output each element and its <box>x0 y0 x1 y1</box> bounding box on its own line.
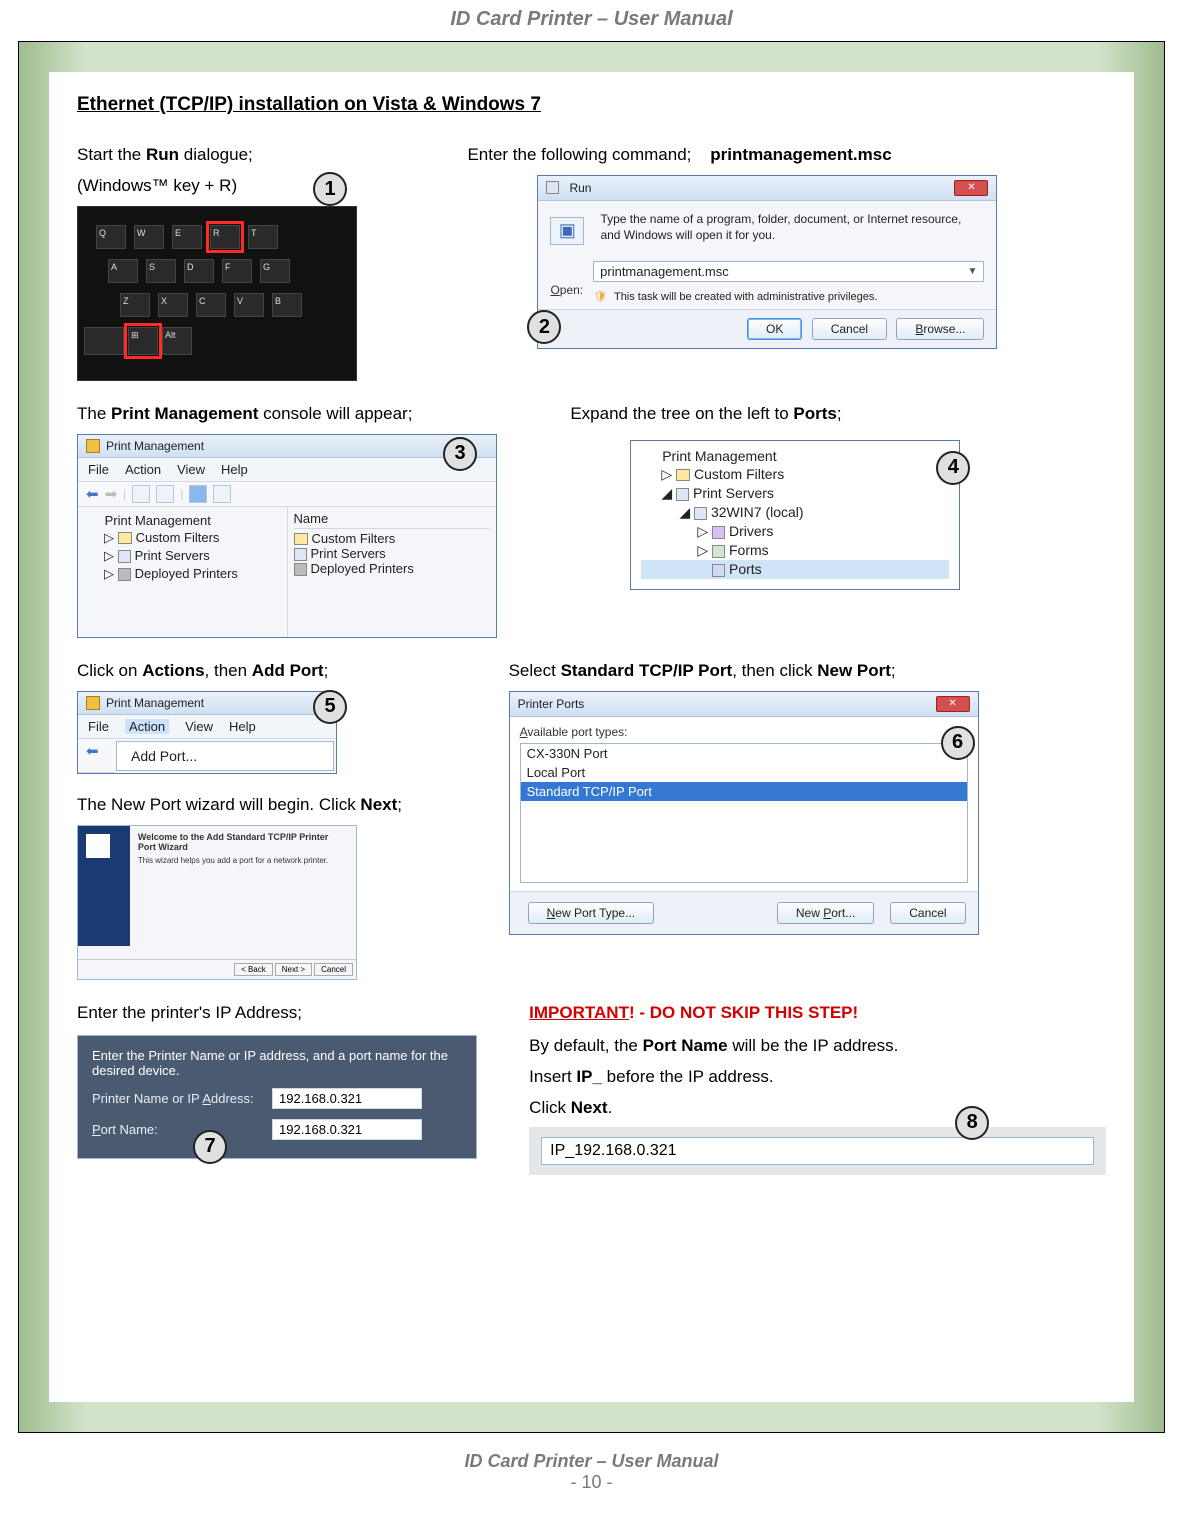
ports-tree[interactable]: Print Management ▷ Custom Filters ◢ Prin… <box>641 447 949 579</box>
section-title: Ethernet (TCP/IP) installation on Vista … <box>77 94 1106 116</box>
print-management-window: Print Management FileActionViewHelp ⬅ ➡ … <box>77 434 497 638</box>
run-title: Run <box>569 181 591 195</box>
step8-badge: 8 <box>955 1106 989 1140</box>
back-icon[interactable]: ⬅ <box>86 485 99 503</box>
step5-badge: 5 <box>313 690 347 724</box>
port-name-label: Port Name: <box>92 1122 262 1137</box>
back-icon[interactable]: ⬅ <box>86 742 99 760</box>
step7-addr-intro: Enter the printer's IP Address; <box>77 1002 509 1025</box>
ip-address-wizard: Enter the Printer Name or IP address, an… <box>77 1035 477 1159</box>
step5-text: Click on Actions, then Add Port; <box>77 660 489 683</box>
step8-line3: Click Next. <box>529 1097 1106 1120</box>
browse-button[interactable]: Browse... <box>896 318 984 340</box>
nav-tree[interactable]: Print Management ▷ Custom Filters ▷ Prin… <box>84 511 281 583</box>
step8-line1: By default, the Port Name will be the IP… <box>529 1035 1106 1058</box>
step4-badge: 4 <box>936 451 970 485</box>
action-menu-window: Print Management FileActionViewHelp ⬅ Ad… <box>77 691 337 774</box>
step6-badge: 6 <box>941 726 975 760</box>
ports-tree-window: Print Management ▷ Custom Filters ◢ Prin… <box>630 440 960 590</box>
step8-line2: Insert IP_ before the IP address. <box>529 1066 1106 1089</box>
step1-text: Start the Run dialogue; <box>77 144 447 167</box>
win-key-highlight <box>124 323 162 359</box>
port-types-list[interactable]: CX-330N Port Local Port Standard TCP/IP … <box>520 743 968 883</box>
port-name-result: IP_192.168.0.321 <box>529 1127 1106 1175</box>
printer-name-label: Printer Name or IP Address: <box>92 1091 262 1106</box>
cancel-button[interactable]: Cancel <box>812 318 887 340</box>
port-name-input[interactable] <box>272 1119 422 1140</box>
page-frame: Ethernet (TCP/IP) installation on Vista … <box>18 41 1165 1433</box>
important-warning: IMPORTANT! - DO NOT SKIP THIS STEP! <box>529 1002 1106 1025</box>
toolbar-icon[interactable] <box>132 485 150 503</box>
ok-button[interactable]: OK <box>747 318 802 340</box>
shield-icon: 🛡 <box>593 291 607 303</box>
close-icon[interactable]: ✕ <box>936 696 970 712</box>
print-management-title: Print Management <box>106 439 204 453</box>
wizard-title: Welcome to the Add Standard TCP/IP Print… <box>138 832 328 852</box>
printer-name-input[interactable] <box>272 1088 422 1109</box>
step7-intro: The New Port wizard will begin. Click Ne… <box>77 794 489 817</box>
keyboard-image: Q W E R T A S D F G Z X C V B ⊞ <box>77 206 357 381</box>
menu-bar[interactable]: FileActionViewHelp <box>78 715 336 739</box>
run-app-icon: ▣ <box>550 217 584 245</box>
step3-badge: 3 <box>443 437 477 471</box>
printer-ports-dialog: Printer Ports ✕ Available port types: CX-… <box>509 691 979 935</box>
forward-icon: ➡ <box>105 485 118 503</box>
column-header: Name <box>294 511 491 529</box>
page-header: ID Card Printer – User Manual <box>0 0 1183 41</box>
step4-text: Expand the tree on the left to Ports; <box>570 403 1106 426</box>
new-port-wizard: Welcome to the Add Standard TCP/IP Print… <box>77 825 357 980</box>
open-label: Open: <box>550 261 583 303</box>
printmgmt-icon <box>86 439 100 453</box>
close-icon[interactable]: ✕ <box>954 180 988 196</box>
privilege-text: This task will be created with administr… <box>614 291 878 303</box>
available-ports-label: Available port types: <box>520 725 968 739</box>
menu-bar[interactable]: FileActionViewHelp <box>78 458 496 482</box>
printmgmt-icon <box>86 696 100 710</box>
open-input[interactable]: printmanagement.msc <box>600 264 729 279</box>
run-dialog: Run ✕ ▣ Type the name of a program, fold… <box>537 175 997 349</box>
add-port-menuitem[interactable]: Add Port... <box>116 741 334 771</box>
run-icon <box>546 181 559 194</box>
next-button[interactable]: Next > <box>275 963 312 976</box>
step6-text: Select Standard TCP/IP Port, then click … <box>509 660 1106 683</box>
step1-subtext: (Windows™ key + R) <box>77 175 447 198</box>
new-port-button[interactable]: New Port... <box>777 902 874 924</box>
cancel-button[interactable]: Cancel <box>890 902 965 924</box>
chevron-down-icon[interactable]: ▼ <box>968 266 978 277</box>
page-number: - 10 - <box>0 1472 1183 1493</box>
step3-text: The Print Management console will appear… <box>77 403 550 426</box>
run-hint: Type the name of a program, folder, docu… <box>600 211 984 243</box>
port-name-value[interactable]: IP_192.168.0.321 <box>541 1137 1094 1165</box>
step2-text: Enter the following command; printmanage… <box>467 144 1106 167</box>
addr-header: Enter the Printer Name or IP address, an… <box>92 1048 462 1078</box>
step7-badge: 7 <box>193 1130 227 1164</box>
new-port-type-button[interactable]: New Port Type... <box>528 902 655 924</box>
page-footer: ID Card Printer – User Manual - 10 - <box>0 1433 1183 1507</box>
step1-badge: 1 <box>313 172 347 206</box>
content-area: Ethernet (TCP/IP) installation on Vista … <box>49 72 1134 1402</box>
help-icon[interactable] <box>189 485 207 503</box>
printer-ports-title: Printer Ports <box>518 697 585 711</box>
